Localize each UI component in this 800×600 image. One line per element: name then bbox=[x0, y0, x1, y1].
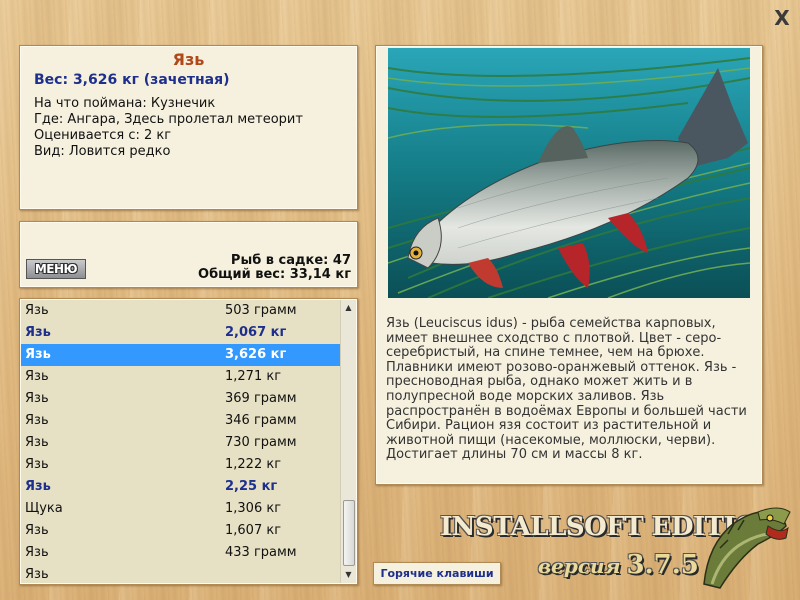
fish-info-panel: Язь Вес: 3,626 кг (зачетная) На что пойм… bbox=[19, 45, 358, 210]
fish-name: Язь bbox=[25, 303, 49, 318]
fish-name: Язь bbox=[25, 523, 49, 538]
pike-logo bbox=[698, 504, 792, 592]
fish-name: Язь bbox=[25, 369, 49, 384]
fish-description: Язь (Leuciscus idus) - рыба семейства ка… bbox=[386, 316, 747, 463]
fish-weight-value: 3,626 кг bbox=[225, 347, 287, 362]
scroll-up-arrow-icon[interactable]: ▲ bbox=[341, 300, 356, 316]
fish-weight-value: 503 грамм bbox=[225, 303, 297, 318]
fish-name: Язь bbox=[25, 567, 49, 582]
fish-weight-value: 1,222 кг bbox=[225, 457, 282, 472]
fish-weight-value: 730 грамм bbox=[225, 435, 297, 450]
rarity-line: Вид: Ловится редко bbox=[34, 144, 171, 159]
list-item[interactable]: Язь 1,222 кг bbox=[21, 454, 341, 476]
fish-title: Язь bbox=[172, 50, 205, 69]
list-item[interactable]: Язь 3,626 кг bbox=[21, 344, 341, 366]
fish-weight-value: 369 грамм bbox=[225, 391, 297, 406]
close-icon[interactable]: X bbox=[772, 8, 792, 28]
fish-name: Щука bbox=[25, 501, 63, 516]
fish-name: Язь bbox=[25, 347, 51, 362]
list-item[interactable]: Язь 503 грамм bbox=[21, 300, 341, 322]
version-number: 3.7.5 bbox=[626, 550, 699, 580]
list-item[interactable]: Язь bbox=[21, 564, 341, 584]
fish-weight-value: 1,306 кг bbox=[225, 501, 282, 516]
location-line: Где: Ангара, Здесь пролетал метеорит bbox=[34, 112, 303, 127]
catch-list-panel: Язь 503 грамм Язь 2,067 кг Язь 3,626 кг Язь 1,2… bbox=[19, 298, 358, 585]
scroll-thumb[interactable] bbox=[343, 500, 355, 566]
list-item[interactable]: Язь 2,067 кг bbox=[21, 322, 341, 344]
stats-panel: МЕНЮ Рыб в садке: 47 Общий вес: 33,14 кг bbox=[19, 221, 358, 288]
fish-weight-value: 433 грамм bbox=[225, 545, 297, 560]
fish-weight-value: 1,271 кг bbox=[225, 369, 282, 384]
hotkeys-button[interactable]: Горячие клавиши bbox=[373, 562, 501, 585]
scrollbar[interactable]: ▲ ▼ bbox=[340, 300, 356, 583]
fish-name: Язь bbox=[25, 545, 49, 560]
list-item[interactable]: Язь 730 грамм bbox=[21, 432, 341, 454]
list-item[interactable]: Щука 1,306 кг bbox=[21, 498, 341, 520]
list-item[interactable]: Язь 369 грамм bbox=[21, 388, 341, 410]
fish-name: Язь bbox=[25, 325, 51, 340]
list-item[interactable]: Язь 346 грамм bbox=[21, 410, 341, 432]
fish-name: Язь bbox=[25, 413, 49, 428]
fish-name: Язь bbox=[25, 479, 51, 494]
list-item[interactable]: Язь 1,271 кг bbox=[21, 366, 341, 388]
brand-text: INSTALLSOFT EDITION bbox=[440, 512, 781, 542]
fish-photo bbox=[388, 48, 750, 298]
version-info: версия 3.7.5 bbox=[538, 550, 699, 580]
bait-line: На что поймана: Кузнечик bbox=[34, 96, 216, 111]
scroll-down-arrow-icon[interactable]: ▼ bbox=[341, 567, 356, 583]
fish-count: Рыб в садке: 47 bbox=[230, 253, 351, 268]
fish-weight-value: 2,067 кг bbox=[225, 325, 287, 340]
fish-weight: Вес: 3,626 кг (зачетная) bbox=[34, 72, 230, 88]
menu-button[interactable]: МЕНЮ bbox=[26, 259, 86, 279]
min-weight-line: Оценивается с: 2 кг bbox=[34, 128, 172, 143]
fish-weight-value: 1,607 кг bbox=[225, 523, 282, 538]
version-label: версия bbox=[538, 554, 621, 578]
fish-name: Язь bbox=[25, 391, 49, 406]
list-item[interactable]: Язь 1,607 кг bbox=[21, 520, 341, 542]
list-item[interactable]: Язь 2,25 кг bbox=[21, 476, 341, 498]
fish-name: Язь bbox=[25, 435, 49, 450]
catch-list[interactable]: Язь 503 грамм Язь 2,067 кг Язь 3,626 кг Язь 1,2… bbox=[21, 300, 341, 584]
fish-weight-value: 346 грамм bbox=[225, 413, 297, 428]
fish-weight-value: 2,25 кг bbox=[225, 479, 278, 494]
fish-detail-panel: Язь (Leuciscus idus) - рыба семейства ка… bbox=[375, 45, 763, 485]
list-item[interactable]: Язь 433 грамм bbox=[21, 542, 341, 564]
total-weight: Общий вес: 33,14 кг bbox=[198, 267, 351, 282]
fish-name: Язь bbox=[25, 457, 49, 472]
